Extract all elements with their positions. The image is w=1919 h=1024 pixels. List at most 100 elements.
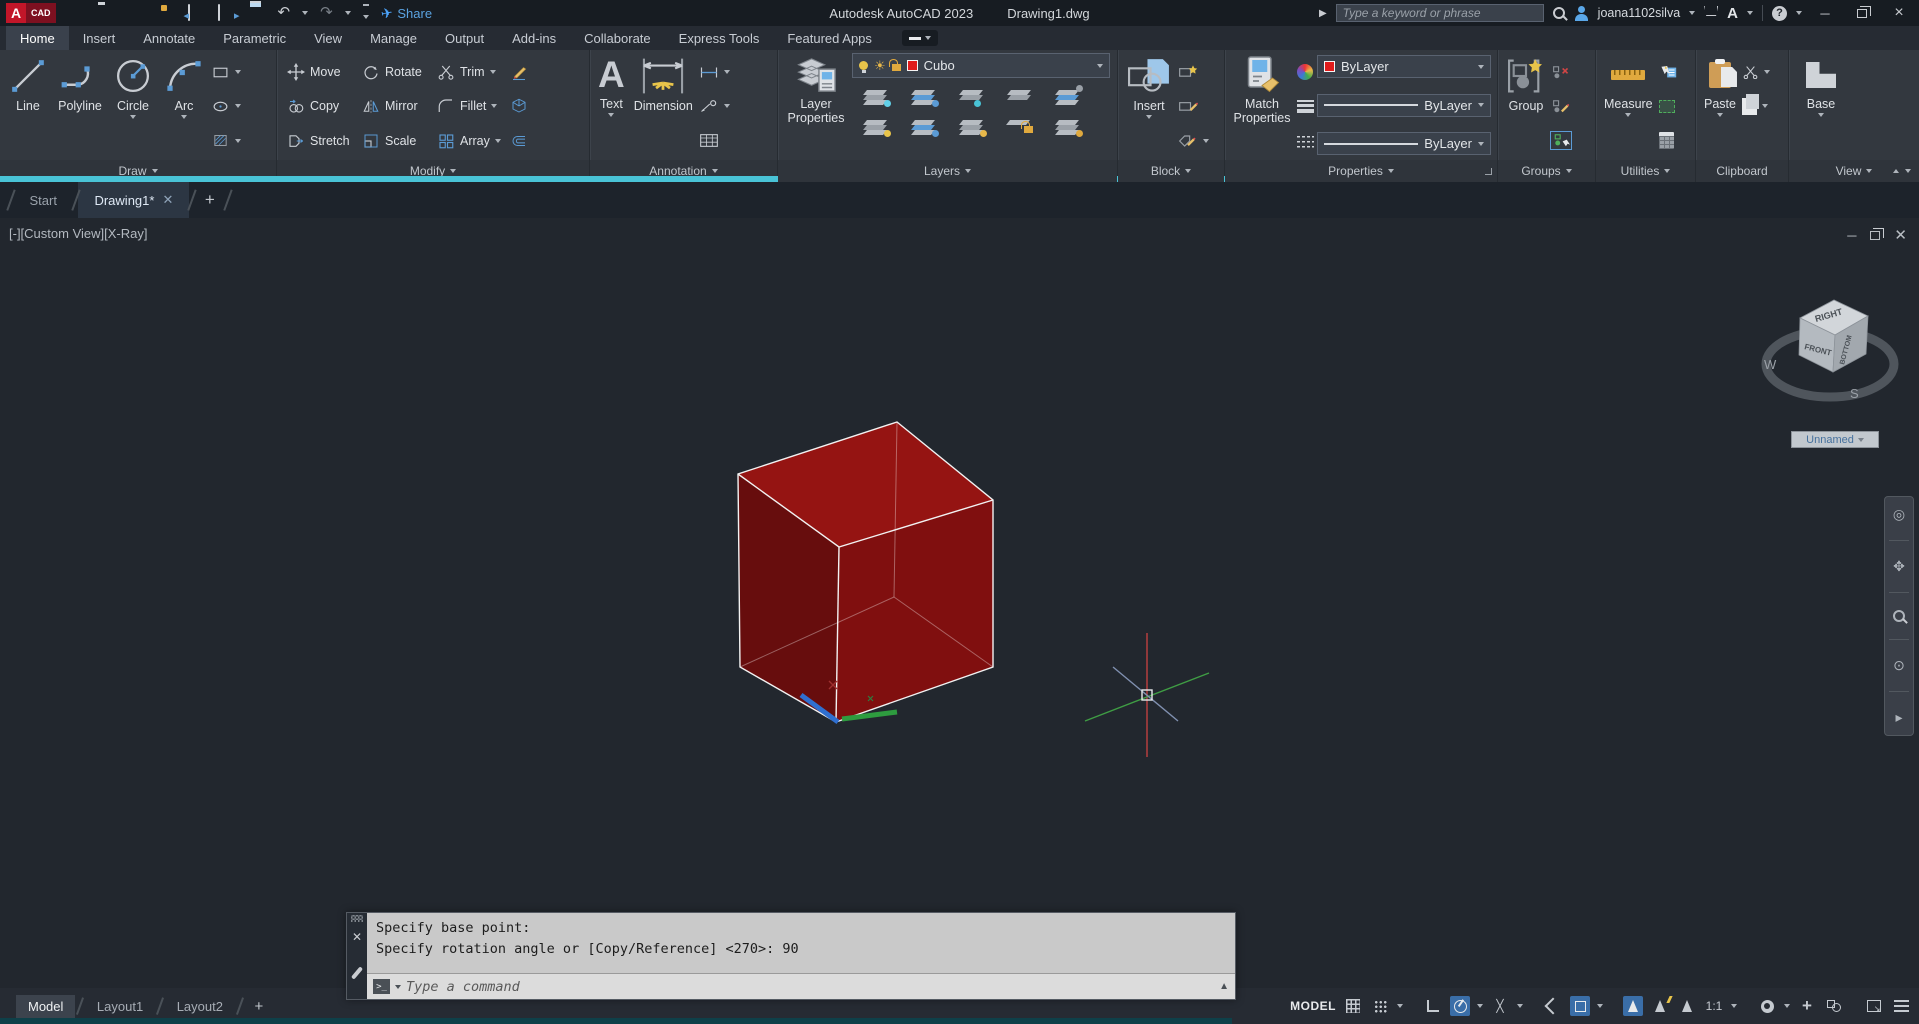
layer-dropdown[interactable]: ☀ Cubo (852, 53, 1110, 78)
ribbon-collapse-icon[interactable] (1893, 169, 1899, 173)
annotation-scale-icon[interactable] (1677, 996, 1697, 1016)
quick-calculator-button[interactable] (1658, 128, 1677, 154)
layer-lock-button[interactable] (0, 82, 1226, 182)
recent-commands-icon[interactable] (395, 984, 401, 989)
cut-button[interactable] (1742, 59, 1770, 85)
text-dropdown-icon[interactable] (608, 113, 615, 118)
scale-button[interactable]: Scale (362, 128, 429, 154)
layer-thaw-all-button[interactable] (948, 112, 996, 142)
copy-clip-button[interactable] (1741, 93, 1770, 119)
annotation-autoscale-toggle[interactable] (1650, 996, 1673, 1016)
tab-insert[interactable]: Insert (69, 26, 130, 50)
viewcube[interactable]: W S RIGHT FRONT BOTTOM (1761, 299, 1899, 402)
group-button[interactable]: Group (1503, 53, 1549, 160)
redo-icon[interactable]: ↷ (320, 5, 333, 21)
open-folder-icon[interactable] (98, 5, 116, 21)
layer-make-current-button[interactable] (1044, 82, 1092, 112)
undo-icon[interactable]: ↶ (278, 5, 291, 21)
annotation-visibility-toggle[interactable] (1623, 996, 1643, 1016)
stretch-button[interactable]: Stretch (287, 128, 354, 154)
layer-color-swatch[interactable] (906, 60, 918, 71)
customization-button[interactable]: + (1797, 996, 1817, 1016)
tab-output[interactable]: Output (431, 26, 498, 50)
viewcube-south-label[interactable]: S (1850, 386, 1859, 401)
panel-label-view[interactable]: View (1789, 160, 1919, 182)
search-icon[interactable] (1552, 7, 1565, 19)
command-scroll-up-icon[interactable]: ▲ (1219, 981, 1229, 992)
grid-toggle[interactable] (1343, 996, 1363, 1016)
circle-button[interactable]: Circle (109, 53, 157, 160)
leader-button[interactable] (699, 93, 730, 119)
annotation-scale-value[interactable]: 1:1 (1704, 996, 1724, 1016)
tab-collaborate[interactable]: Collaborate (570, 26, 665, 50)
qat-customize-icon[interactable] (362, 15, 369, 19)
save-as-icon[interactable] (158, 5, 176, 21)
leader-dropdown-icon[interactable] (723, 104, 730, 109)
search-input[interactable] (1335, 4, 1544, 22)
tab-annotate[interactable]: Annotate (129, 26, 209, 50)
plot-icon[interactable] (248, 5, 266, 21)
annotation-scale-dropdown-icon[interactable] (1731, 1004, 1737, 1008)
new-layout-button[interactable]: + (244, 998, 273, 1015)
paste-dropdown-icon[interactable] (1716, 113, 1723, 118)
dimension-linear-dropdown-icon[interactable] (723, 70, 730, 75)
tab-express-tools[interactable]: Express Tools (665, 26, 774, 50)
hatch-dropdown-icon[interactable] (235, 138, 241, 143)
new-file-icon[interactable] (68, 5, 86, 21)
ortho-toggle[interactable] (1423, 996, 1443, 1016)
redo-dropdown-icon[interactable] (344, 11, 351, 15)
polar-dropdown-icon[interactable] (1477, 1004, 1483, 1008)
properties-dialog-launcher-icon[interactable] (1485, 167, 1492, 175)
dimension-linear-button[interactable] (699, 59, 730, 85)
panel-label-clipboard[interactable]: Clipboard (1696, 160, 1788, 182)
dimension-button[interactable]: Dimension (631, 53, 696, 160)
match-properties-button[interactable]: Match Properties (1230, 53, 1294, 160)
autodesk-app-icon[interactable]: A (1727, 5, 1738, 22)
quick-select-button[interactable] (1659, 59, 1677, 85)
username[interactable]: joana1102silva (1598, 6, 1680, 20)
text-button[interactable]: A Text (595, 53, 628, 160)
array-button[interactable]: Array (437, 128, 501, 154)
command-input[interactable] (406, 978, 1215, 995)
erase-button[interactable] (509, 59, 529, 85)
layer-isolate-button[interactable] (852, 82, 900, 112)
explode-button[interactable] (509, 93, 529, 119)
layer-dropdown-arrow-icon[interactable] (1097, 63, 1103, 68)
move-button[interactable]: Move (287, 59, 354, 85)
model-space-toggle[interactable]: MODEL (1290, 996, 1336, 1016)
group-edit-button[interactable] (1552, 93, 1570, 119)
tab-manage[interactable]: Manage (356, 26, 431, 50)
line-button[interactable]: Line (5, 53, 51, 160)
share-button[interactable]: ✈ Share (379, 4, 432, 22)
workspace-switching-button[interactable] (1757, 996, 1777, 1016)
linetype-dropdown-arrow-icon[interactable] (1478, 141, 1484, 146)
select-similar-button[interactable] (1658, 93, 1677, 119)
arc-dropdown-icon[interactable] (181, 115, 187, 120)
new-drawing-tab-button[interactable]: + (195, 182, 225, 218)
trim-button[interactable]: Trim (437, 59, 501, 85)
circle-dropdown-icon[interactable] (130, 115, 136, 120)
layer-unlock-button[interactable] (996, 112, 1044, 142)
create-block-button[interactable] (1178, 59, 1209, 85)
edit-attributes-button[interactable] (1178, 128, 1209, 154)
command-window-drag-handle[interactable] (351, 915, 363, 922)
array-dropdown-icon[interactable] (494, 138, 501, 143)
drawing-canvas[interactable]: [-][Custom View][X-Ray] ─ ✕ W S RIGHT FR… (0, 218, 1919, 988)
panel-label-block[interactable]: Block (1118, 160, 1224, 182)
close-button[interactable]: × (1885, 4, 1913, 22)
rectangle-button[interactable] (211, 59, 241, 85)
measure-button[interactable]: Measure (1601, 53, 1656, 160)
ribbon-display-options-button[interactable] (901, 30, 938, 46)
measure-dropdown-icon[interactable] (1625, 113, 1632, 118)
autodesk-dropdown-icon[interactable] (1747, 11, 1753, 15)
panel-label-properties[interactable]: Properties (1225, 160, 1497, 182)
osnap-tracking-toggle[interactable] (1543, 996, 1563, 1016)
hatch-button[interactable] (211, 128, 241, 154)
layer-unisolate-button[interactable] (900, 112, 948, 142)
isodraft-dropdown-icon[interactable] (1517, 1004, 1523, 1008)
command-customize-icon[interactable] (350, 966, 364, 980)
ribbon-display-cycle-icon[interactable] (1905, 169, 1911, 173)
ellipse-dropdown-icon[interactable] (235, 104, 241, 109)
insert-block-button[interactable]: Insert (1123, 53, 1175, 160)
help-icon[interactable]: ? (1772, 5, 1787, 21)
